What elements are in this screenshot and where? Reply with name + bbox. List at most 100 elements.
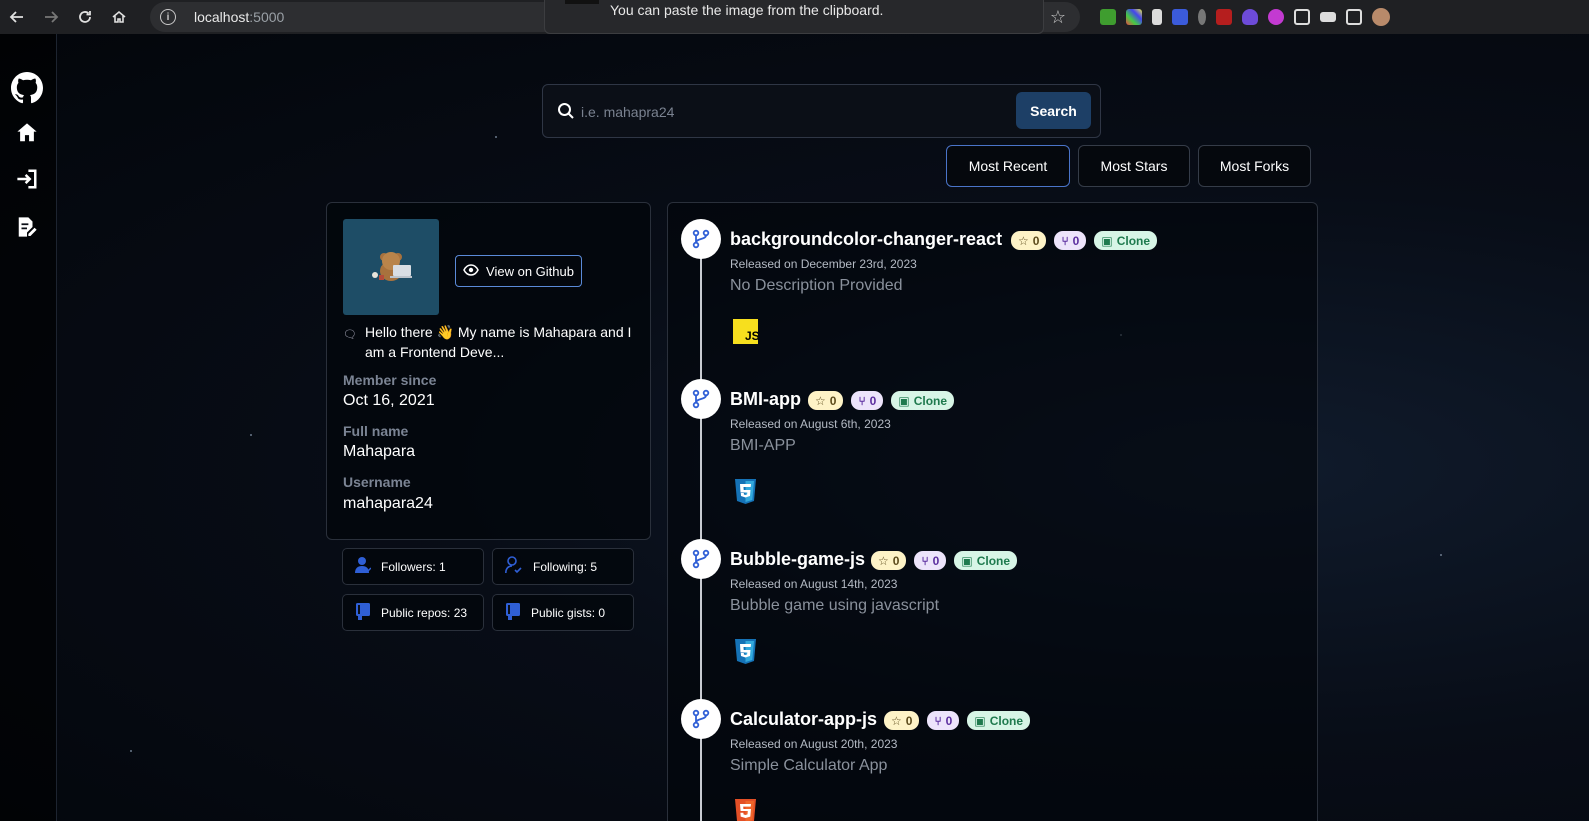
repos-list: backgroundcolor-changer-react ☆ 0 ⑂ 0 ▣ Clo…: [667, 202, 1318, 821]
public-repos-text: Public repos: 23: [381, 605, 468, 620]
browser-toolbar: i localhost:5000 ☆ You can paste the ima…: [0, 0, 1589, 34]
purple-extension-icon[interactable]: [1268, 9, 1284, 25]
search-input[interactable]: [581, 97, 991, 127]
url-text: localhost:5000: [194, 9, 285, 25]
view-on-github-button[interactable]: View on Github: [455, 255, 582, 287]
forks-badge: ⑂ 0: [851, 391, 884, 410]
clipboard-toast: You can paste the image from the clipboa…: [544, 0, 1044, 34]
forks-count: 0: [945, 713, 953, 728]
home-icon[interactable]: [102, 0, 136, 34]
fork-icon: ⑂: [921, 553, 929, 568]
following-stat: Following: 5: [492, 548, 634, 585]
forks-count: 0: [1072, 233, 1080, 248]
fork-icon: ⑂: [858, 393, 866, 408]
js-icon: JS: [733, 319, 760, 344]
public-gists-text: Public gists: 0: [531, 605, 606, 620]
clone-button[interactable]: ▣ Clone: [1094, 231, 1158, 250]
fork-icon: ⑂: [1061, 233, 1069, 248]
username-value: mahapara24: [343, 495, 433, 512]
github-icon[interactable]: [9, 70, 45, 106]
repo-name[interactable]: backgroundcolor-changer-react: [730, 229, 1002, 250]
sidebar: [0, 34, 57, 821]
fork-branch-icon: [681, 699, 721, 739]
stars-count: 0: [829, 393, 837, 408]
eyedropper-extension-icon[interactable]: [1152, 9, 1162, 25]
sort-most-recent-button[interactable]: Most Recent: [946, 145, 1070, 187]
gist-book-icon: [505, 602, 521, 623]
extensions-area: [1100, 0, 1390, 34]
signup-edit-icon[interactable]: [9, 209, 45, 245]
sort-most-stars-button[interactable]: Most Stars: [1078, 145, 1190, 187]
profile-card: View on Github 🗨 Hello there 👋 My name i…: [326, 202, 651, 540]
stars-count: 0: [892, 553, 900, 568]
background-star: [130, 750, 132, 752]
flame-extension-icon[interactable]: [1242, 9, 1258, 25]
fork-branch-icon: [681, 379, 721, 419]
release-date: Released on August 14th, 2023: [730, 577, 898, 591]
copy-icon: ▣: [1101, 233, 1113, 248]
fork-branch-icon: [681, 219, 721, 259]
sort-most-forks-button[interactable]: Most Forks: [1198, 145, 1311, 187]
full-name-value: Mahapara: [343, 443, 416, 460]
repo-name[interactable]: Calculator-app-js: [730, 709, 877, 730]
search-bar: Search: [542, 84, 1101, 138]
search-button[interactable]: Search: [1016, 92, 1091, 129]
stars-badge: ☆ 0: [1011, 231, 1047, 250]
forward-icon[interactable]: [34, 0, 68, 34]
username-label: Username: [343, 474, 411, 490]
full-name-label: Full name: [343, 423, 409, 439]
avatar: [343, 219, 439, 315]
clone-button[interactable]: ▣ Clone: [891, 391, 955, 410]
forks-count: 0: [869, 393, 877, 408]
login-icon[interactable]: [9, 161, 45, 197]
toast-thumbnail: [565, 0, 599, 4]
bookmark-star-icon[interactable]: ☆: [1050, 7, 1066, 28]
clone-label: Clone: [989, 713, 1024, 728]
side-panel-icon[interactable]: [1346, 9, 1362, 25]
background-star: [250, 434, 252, 436]
forks-badge: ⑂ 0: [927, 711, 960, 730]
puzzle-extensions-icon[interactable]: [1294, 9, 1310, 25]
stars-badge: ☆ 0: [871, 551, 907, 570]
followers-text: Followers: 1: [381, 559, 446, 574]
repo-badges: ☆ 0 ⑂ 0 ▣ Clone: [1011, 231, 1158, 250]
repo-description: Bubble game using javascript: [730, 597, 940, 614]
clone-label: Clone: [913, 393, 948, 408]
repo-badges: ☆ 0 ⑂ 0 ▣ Clone: [871, 551, 1018, 570]
profile-avatar-icon[interactable]: [1372, 8, 1390, 26]
repo-name[interactable]: Bubble-game-js: [730, 549, 865, 570]
stars-badge: ☆ 0: [808, 391, 844, 410]
release-date: Released on August 20th, 2023: [730, 737, 898, 751]
puppet-extension-icon[interactable]: [1198, 9, 1206, 25]
copy-icon: ▣: [898, 393, 910, 408]
background-star: [1440, 554, 1442, 556]
forks-badge: ⑂ 0: [1054, 231, 1087, 250]
search-extension-icon[interactable]: [1172, 9, 1188, 25]
stars-badge: ☆ 0: [884, 711, 920, 730]
home-nav-icon[interactable]: [9, 115, 45, 151]
release-date: Released on August 6th, 2023: [730, 417, 891, 431]
clone-button[interactable]: ▣ Clone: [967, 711, 1031, 730]
following-icon: [505, 556, 523, 577]
ublock-extension-icon[interactable]: [1216, 9, 1232, 25]
repo-name[interactable]: BMI-app: [730, 389, 801, 410]
reload-icon[interactable]: [68, 0, 102, 34]
repo-badges: ☆ 0 ⑂ 0 ▣ Clone: [808, 391, 955, 410]
release-date: Released on December 23rd, 2023: [730, 257, 917, 271]
clone-button[interactable]: ▣ Clone: [954, 551, 1018, 570]
copy-icon: ▣: [961, 553, 973, 568]
star-icon: ☆: [1018, 233, 1029, 248]
background-star: [495, 136, 497, 138]
repo-description: Simple Calculator App: [730, 757, 888, 774]
fork-icon: ⑂: [934, 713, 942, 728]
media-controls-icon[interactable]: [1320, 12, 1336, 22]
download-extension-icon[interactable]: [1100, 9, 1116, 25]
css3-icon: [733, 639, 758, 664]
site-info-icon[interactable]: i: [160, 9, 176, 25]
bio: 🗨 Hello there 👋 My name is Mahapara and …: [343, 322, 641, 362]
public-repos-stat: Public repos: 23: [342, 594, 484, 631]
repo-book-icon: [355, 602, 371, 623]
star-icon: ☆: [815, 393, 826, 408]
back-icon[interactable]: [0, 0, 34, 34]
color-extension-icon[interactable]: [1126, 9, 1142, 25]
